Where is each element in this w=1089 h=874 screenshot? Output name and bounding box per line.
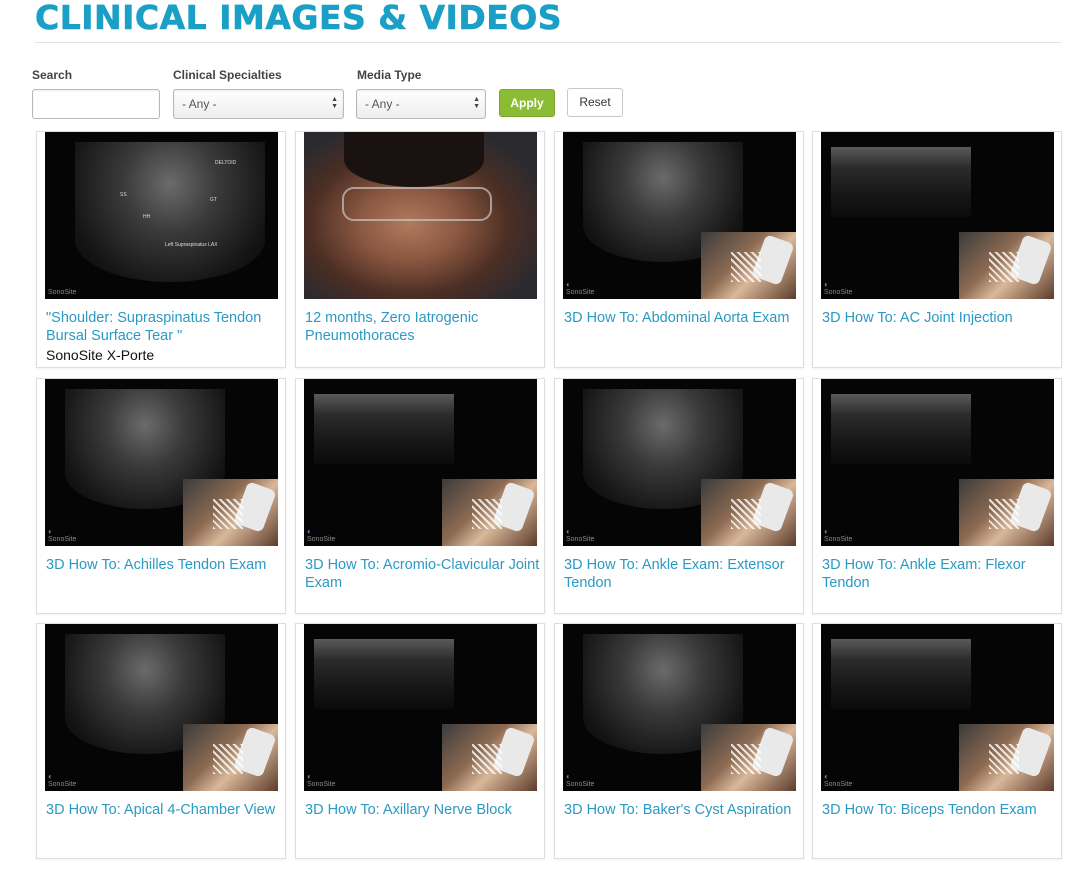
card-thumbnail[interactable]: ◐ SonoSite	[45, 379, 278, 546]
card-title-link[interactable]: 3D How To: Achilles Tendon Exam	[46, 556, 282, 574]
sonosite-logo: ◐ SonoSite	[566, 280, 595, 296]
anatomy-3d-inset	[183, 724, 278, 791]
select-arrows-icon: ▲ ▼	[331, 96, 338, 110]
card-thumbnail[interactable]: ◐ SonoSite	[821, 379, 1054, 546]
media-card[interactable]: ◐ SonoSite 3D How To: AC Joint Injection	[812, 131, 1062, 368]
sonosite-logo: ◐ SonoSite	[307, 527, 336, 543]
media-card[interactable]: DELTOID SS GT HH Left Supraspinatus LAX SonoS…	[36, 131, 286, 368]
select-arrows-icon: ▲ ▼	[473, 96, 480, 110]
ultrasound-label: GT	[210, 197, 217, 203]
ultrasound-image	[314, 639, 454, 709]
media-card[interactable]: ◐ SonoSite 3D How To: Ankle Exam: Extensor…	[554, 378, 804, 614]
card-title-link[interactable]: 3D How To: Axillary Nerve Block	[305, 801, 541, 819]
card-title-link[interactable]: 12 months, Zero Iatrogenic Pneumothorace…	[305, 309, 541, 345]
anatomy-3d-inset	[701, 479, 796, 546]
media-type-label: Media Type	[357, 68, 422, 82]
card-title-link[interactable]: 3D How To: Baker's Cyst Aspiration	[564, 801, 800, 819]
page-title: CLINICAL IMAGES & VIDEOS	[35, 0, 563, 37]
card-thumbnail[interactable]: ◐ SonoSite	[304, 379, 537, 546]
card-thumbnail[interactable]: ◐ SonoSite	[304, 624, 537, 791]
ultrasound-image	[314, 394, 454, 464]
card-thumbnail[interactable]	[304, 132, 537, 299]
specialties-select-value: - Any -	[182, 97, 217, 111]
card-title-link[interactable]: 3D How To: Biceps Tendon Exam	[822, 801, 1058, 819]
media-card[interactable]: ◐ SonoSite 3D How To: Ankle Exam: Flexor T…	[812, 378, 1062, 614]
card-title-link[interactable]: 3D How To: Ankle Exam: Extensor Tendon	[564, 556, 800, 592]
card-thumbnail[interactable]: ◐ SonoSite	[821, 132, 1054, 299]
ultrasound-image	[831, 147, 971, 217]
filter-bar: Search Clinical Specialties - Any - ▲ ▼ M…	[32, 68, 652, 122]
ultrasound-label: HH	[143, 214, 151, 220]
card-title-link[interactable]: 3D How To: Apical 4-Chamber View	[46, 801, 282, 819]
specialties-select[interactable]: - Any - ▲ ▼	[173, 89, 344, 119]
sonosite-logo: ◐ SonoSite	[566, 772, 595, 788]
media-card[interactable]: ◐ SonoSite 3D How To: Biceps Tendon Exam	[812, 623, 1062, 859]
card-thumbnail[interactable]: ◐ SonoSite	[563, 624, 796, 791]
ultrasound-image	[75, 142, 265, 282]
media-card[interactable]: 12 months, Zero Iatrogenic Pneumothorace…	[295, 131, 545, 368]
media-card[interactable]: ◐ SonoSite 3D How To: Apical 4-Chamber Vie…	[36, 623, 286, 859]
search-input[interactable]	[32, 89, 160, 119]
anatomy-3d-inset	[701, 724, 796, 791]
sonosite-logo: ◐ SonoSite	[566, 527, 595, 543]
anatomy-3d-inset	[442, 479, 537, 546]
card-title-link[interactable]: "Shoulder: Supraspinatus Tendon Bursal S…	[46, 309, 282, 345]
media-type-select-value: - Any -	[365, 97, 400, 111]
media-card[interactable]: ◐ SonoSite 3D How To: Axillary Nerve Block	[295, 623, 545, 859]
sonosite-logo: ◐ SonoSite	[824, 280, 853, 296]
sonosite-logo: ◐ SonoSite	[824, 527, 853, 543]
card-thumbnail[interactable]: ◐ SonoSite	[821, 624, 1054, 791]
media-card[interactable]: ◐ SonoSite 3D How To: Acromio-Clavicular J…	[295, 378, 545, 614]
sonosite-logo: ◐ SonoSite	[307, 772, 336, 788]
media-card[interactable]: ◐ SonoSite 3D How To: Baker's Cyst Aspirat…	[554, 623, 804, 859]
sonosite-logo: SonoSite	[48, 289, 77, 296]
anatomy-3d-inset	[183, 479, 278, 546]
card-thumbnail[interactable]: DELTOID SS GT HH Left Supraspinatus LAX SonoS…	[45, 132, 278, 299]
ultrasound-label: SS	[120, 192, 127, 198]
apply-button[interactable]: Apply	[499, 89, 555, 117]
media-type-select[interactable]: - Any - ▲ ▼	[356, 89, 486, 119]
anatomy-3d-inset	[701, 232, 796, 299]
media-card[interactable]: ◐ SonoSite 3D How To: Abdominal Aorta Exam	[554, 131, 804, 368]
ultrasound-label: DELTOID	[215, 160, 237, 166]
reset-button[interactable]: Reset	[567, 88, 623, 117]
anatomy-3d-inset	[959, 479, 1054, 546]
ultrasound-image	[831, 639, 971, 709]
media-card[interactable]: ◐ SonoSite 3D How To: Achilles Tendon Exam	[36, 378, 286, 614]
card-thumbnail[interactable]: ◐ SonoSite	[45, 624, 278, 791]
title-divider	[35, 42, 1061, 43]
sonosite-logo: ◐ SonoSite	[824, 772, 853, 788]
anatomy-3d-inset	[959, 724, 1054, 791]
card-title-link[interactable]: 3D How To: AC Joint Injection	[822, 309, 1058, 327]
card-title-link[interactable]: 3D How To: Abdominal Aorta Exam	[564, 309, 800, 327]
card-subtitle: SonoSite X-Porte	[46, 347, 155, 363]
ultrasound-image	[831, 394, 971, 464]
search-label: Search	[32, 68, 73, 82]
card-thumbnail[interactable]: ◐ SonoSite	[563, 132, 796, 299]
card-title-link[interactable]: 3D How To: Acromio-Clavicular Joint Exam	[305, 556, 541, 592]
ultrasound-label: Left Supraspinatus LAX	[165, 242, 218, 248]
card-thumbnail[interactable]: ◐ SonoSite	[563, 379, 796, 546]
speaker-image	[304, 132, 537, 299]
anatomy-3d-inset	[442, 724, 537, 791]
card-title-link[interactable]: 3D How To: Ankle Exam: Flexor Tendon	[822, 556, 1058, 592]
specialties-label: Clinical Specialties	[173, 68, 282, 82]
sonosite-logo: ◐ SonoSite	[48, 772, 77, 788]
sonosite-logo: ◐ SonoSite	[48, 527, 77, 543]
anatomy-3d-inset	[959, 232, 1054, 299]
